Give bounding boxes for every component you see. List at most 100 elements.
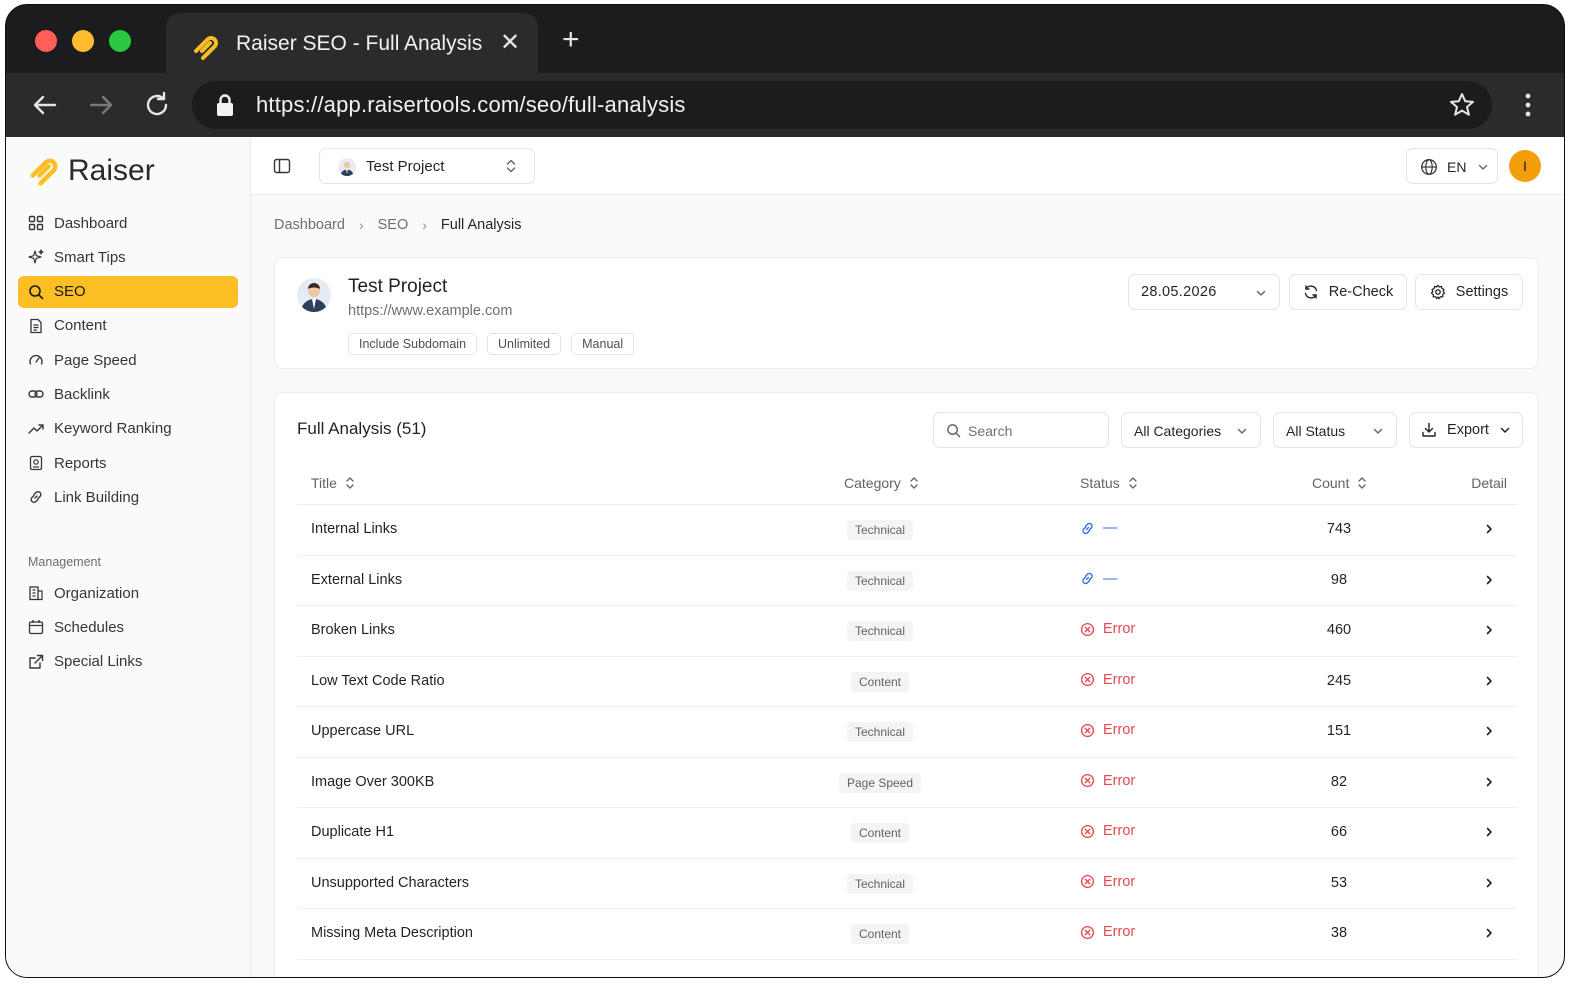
- status-text: Error: [1103, 873, 1136, 890]
- column-header-detail: Detail: [1471, 475, 1507, 491]
- row-title: Uppercase URL: [311, 723, 415, 739]
- chevron-right-icon[interactable]: [1483, 775, 1495, 789]
- sidebar-item-smart-tips[interactable]: Smart Tips: [18, 241, 238, 273]
- brand[interactable]: Raiser: [26, 151, 155, 191]
- row-count: 743: [1326, 521, 1352, 537]
- category-filter[interactable]: All Categories: [1121, 412, 1261, 448]
- search-input[interactable]: [968, 421, 1098, 441]
- chevron-right-icon[interactable]: [1483, 623, 1495, 637]
- bookmark-star-icon[interactable]: [1448, 91, 1476, 119]
- browser-window: Raiser SEO - Full Analysis ✕ + https://a…: [5, 4, 1565, 978]
- table-row[interactable]: External Links Technical — 98: [297, 556, 1517, 606]
- sidebar-item-organization[interactable]: Organization: [18, 577, 238, 609]
- export-button[interactable]: Export: [1409, 412, 1523, 448]
- sidebar-item-page-speed[interactable]: Page Speed: [18, 344, 238, 376]
- recheck-button[interactable]: Re-Check: [1289, 274, 1407, 310]
- chevron-updown-icon: [506, 159, 516, 173]
- management-section-label: Management: [28, 555, 101, 569]
- chevron-right-icon[interactable]: [1483, 573, 1495, 587]
- reload-icon[interactable]: [140, 88, 174, 122]
- table-body: Internal Links Technical — 743 External …: [297, 505, 1517, 960]
- category-badge: Content: [850, 924, 910, 944]
- error-circle-icon: [1080, 925, 1095, 939]
- column-header-count[interactable]: Count: [1312, 475, 1367, 491]
- sidebar-item-content[interactable]: Content: [18, 310, 238, 342]
- window-minimize-button[interactable]: [72, 30, 94, 52]
- sidebar-item-keyword-ranking[interactable]: Keyword Ranking: [18, 413, 238, 445]
- category-badge: Technical: [846, 520, 914, 540]
- tag-manual: Manual: [571, 333, 635, 355]
- settings-button[interactable]: Settings: [1415, 274, 1523, 310]
- project-avatar: [338, 158, 356, 176]
- sidebar-item-label: Keyword Ranking: [54, 420, 172, 438]
- table-row[interactable]: Broken Links Technical Error 460: [297, 606, 1517, 657]
- sidebar: Raiser Dashboard Smart Tips SEO Content …: [6, 137, 251, 977]
- error-circle-icon: [1080, 773, 1095, 788]
- sidebar-item-backlink[interactable]: Backlink: [18, 378, 238, 410]
- chevron-right-icon[interactable]: [1483, 724, 1495, 738]
- status-filter[interactable]: All Status: [1273, 412, 1397, 448]
- back-arrow-icon[interactable]: [28, 88, 62, 122]
- row-title: Duplicate H1: [311, 824, 395, 840]
- table-row[interactable]: Unsupported Characters Technical Error 5…: [297, 859, 1517, 909]
- column-header-label: Category: [844, 475, 901, 491]
- download-icon: [1422, 422, 1436, 437]
- chevron-right-icon[interactable]: [1483, 876, 1495, 890]
- column-header-status[interactable]: Status: [1080, 475, 1138, 491]
- sidebar-toggle-icon[interactable]: [273, 157, 291, 175]
- user-avatar[interactable]: I: [1509, 150, 1541, 182]
- category-badge: Content: [850, 823, 910, 843]
- table-row[interactable]: Missing Meta Description Content Error 3…: [297, 909, 1517, 960]
- category-badge: Technical: [846, 873, 914, 894]
- row-title: Broken Links: [311, 622, 395, 638]
- breadcrumb-seo[interactable]: SEO: [378, 217, 409, 233]
- window-close-button[interactable]: [35, 30, 57, 52]
- breadcrumb-dashboard[interactable]: Dashboard: [274, 217, 345, 233]
- sidebar-item-seo[interactable]: SEO: [18, 275, 238, 308]
- language-selector[interactable]: EN: [1406, 148, 1498, 184]
- sidebar-item-dashboard[interactable]: Dashboard: [18, 207, 238, 239]
- link-icon: [1082, 572, 1093, 585]
- tag-include-subdomain: Include Subdomain: [348, 333, 478, 355]
- lock-icon: [217, 94, 233, 116]
- url-bar[interactable]: https://app.raisertools.com/seo/full-ana…: [192, 81, 1492, 129]
- sidebar-item-link-building[interactable]: Link Building: [18, 481, 238, 513]
- sidebar-item-schedules[interactable]: Schedules: [18, 611, 238, 643]
- new-tab-icon[interactable]: +: [562, 23, 580, 57]
- settings-label: Settings: [1455, 284, 1509, 300]
- date-selector[interactable]: 28.05.2026: [1128, 274, 1280, 310]
- close-tab-icon[interactable]: ✕: [500, 28, 520, 58]
- project-selector[interactable]: Test Project: [319, 148, 535, 184]
- sidebar-item-label: SEO: [54, 283, 86, 301]
- column-header-label: Title: [311, 475, 337, 491]
- status-indicator: Error: [1080, 924, 1135, 940]
- column-header-title[interactable]: Title: [311, 475, 355, 491]
- project-url[interactable]: https://www.example.com: [348, 303, 512, 319]
- forward-arrow-icon[interactable]: [84, 88, 118, 122]
- chevron-right-icon[interactable]: [1483, 522, 1495, 536]
- browser-tab[interactable]: Raiser SEO - Full Analysis ✕: [166, 13, 538, 75]
- sidebar-item-label: Page Speed: [54, 351, 137, 369]
- chevron-right-icon[interactable]: [1483, 825, 1495, 839]
- table-row[interactable]: Low Text Code Ratio Content Error 245: [297, 657, 1517, 707]
- column-header-category[interactable]: Category: [844, 475, 919, 491]
- window-maximize-button[interactable]: [109, 30, 131, 52]
- table-row[interactable]: Image Over 300KB Page Speed Error 82: [297, 758, 1517, 808]
- status-indicator: Error: [1080, 621, 1135, 637]
- row-title: Missing Meta Description: [311, 925, 473, 941]
- table-row[interactable]: Duplicate H1 Content Error 66: [297, 808, 1517, 859]
- project-name: Test Project: [348, 276, 448, 297]
- search-box[interactable]: [933, 412, 1109, 448]
- chevron-right-icon[interactable]: [1483, 926, 1495, 940]
- sidebar-item-special-links[interactable]: Special Links: [18, 646, 238, 678]
- table-row[interactable]: Internal Links Technical — 743: [297, 505, 1517, 556]
- sidebar-nav: Dashboard Smart Tips SEO Content Page Sp…: [18, 207, 238, 516]
- sidebar-item-reports[interactable]: Reports: [18, 447, 238, 479]
- row-count: 82: [1330, 773, 1348, 790]
- brand-name: Raiser: [68, 154, 155, 187]
- breadcrumb-separator-icon: ›: [358, 217, 364, 233]
- management-nav: Management Organization Schedules Specia…: [18, 537, 238, 680]
- table-row[interactable]: Uppercase URL Technical Error 151: [297, 707, 1517, 758]
- browser-menu-icon[interactable]: [1514, 91, 1542, 119]
- chevron-right-icon[interactable]: [1483, 674, 1495, 688]
